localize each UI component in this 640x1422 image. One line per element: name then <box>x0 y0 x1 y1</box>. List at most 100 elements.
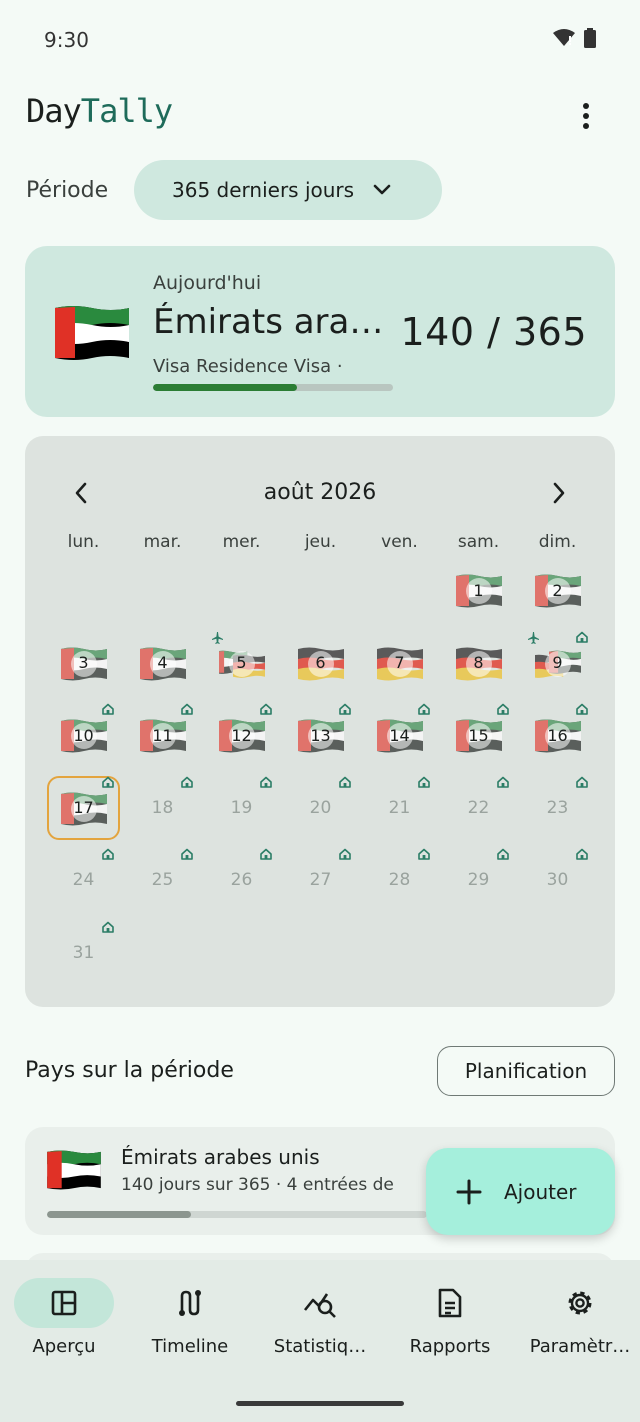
uae-flag-icon <box>55 306 129 360</box>
calendar-day[interactable]: 8 <box>439 627 518 700</box>
calendar-day[interactable]: 15 <box>439 699 518 772</box>
day-number: 18 <box>151 797 174 818</box>
airplane-icon <box>528 631 539 644</box>
timeline-icon <box>179 1290 201 1316</box>
country-name: Émirats arabes unis <box>121 1145 320 1169</box>
nav-item-settings[interactable]: Paramètr… <box>516 1278 640 1357</box>
nav-label-statistics: Statistiq… <box>273 1336 367 1357</box>
calendar-day[interactable]: 30 <box>518 844 597 917</box>
statistics-icon <box>303 1293 336 1318</box>
day-number: 17 <box>73 798 94 818</box>
calendar-day[interactable]: 18 <box>123 772 202 845</box>
app-title-part1: Day <box>26 92 82 130</box>
home-icon <box>102 921 114 933</box>
calendar-day[interactable]: 7 <box>360 627 439 700</box>
settings-icon <box>568 1291 592 1315</box>
home-icon <box>181 848 193 860</box>
calendar-day[interactable]: 11 <box>123 699 202 772</box>
nav-label-reports: Rapports <box>409 1336 491 1357</box>
nav-label-timeline: Timeline <box>151 1336 229 1357</box>
home-icon <box>260 703 272 715</box>
calendar-day[interactable]: 28 <box>360 844 439 917</box>
country-progress-bar <box>47 1211 427 1218</box>
calendar-day[interactable]: 14 <box>360 699 439 772</box>
home-icon <box>576 776 588 788</box>
calendar-day[interactable]: 23 <box>518 772 597 845</box>
planning-button[interactable]: Planification <box>437 1046 615 1096</box>
calendar-day[interactable]: 24 <box>44 844 123 917</box>
weekday-label: ven. <box>381 532 418 552</box>
calendar-day[interactable]: 20 <box>281 772 360 845</box>
home-icon <box>576 848 588 860</box>
period-selected-value: 365 derniers jours <box>172 178 355 202</box>
nav-pill <box>140 1278 240 1328</box>
calendar-day[interactable]: 22 <box>439 772 518 845</box>
nav-item-reports[interactable]: Rapports <box>386 1278 514 1357</box>
calendar-day[interactable]: 26 <box>202 844 281 917</box>
nav-item-overview[interactable]: Aperçu <box>0 1278 128 1357</box>
today-visa: Visa Residence Visa · <box>153 356 343 377</box>
calendar-empty-cell <box>44 554 123 627</box>
chevron-down-icon <box>373 184 391 195</box>
day-number: 25 <box>151 870 174 891</box>
nav-item-statistics[interactable]: Statistiq… <box>256 1278 384 1357</box>
calendar-day[interactable]: 19 <box>202 772 281 845</box>
calendar-day[interactable]: 21 <box>360 772 439 845</box>
report-icon <box>438 1288 462 1318</box>
weekday-label: mar. <box>143 532 182 552</box>
weekday-label: dim. <box>538 532 577 552</box>
calendar-empty-cell <box>123 554 202 627</box>
calendar-day[interactable]: 4 <box>123 627 202 700</box>
calendar-day[interactable]: 31 <box>44 917 123 990</box>
calendar-day[interactable]: 25 <box>123 844 202 917</box>
chevron-right-icon[interactable] <box>549 480 569 506</box>
day-number: 6 <box>315 653 326 673</box>
calendar-day[interactable]: 16 <box>518 699 597 772</box>
day-number: 16 <box>547 725 568 745</box>
day-number: 11 <box>152 725 173 745</box>
home-icon <box>339 776 351 788</box>
calendar-day[interactable]: 27 <box>281 844 360 917</box>
calendar-day[interactable]: 1 <box>439 554 518 627</box>
period-dropdown[interactable]: 365 derniers jours <box>134 160 442 220</box>
app-bar: DayTally <box>26 92 614 142</box>
calendar-day[interactable]: 29 <box>439 844 518 917</box>
app-title: DayTally <box>26 92 614 130</box>
nav-pill <box>270 1278 370 1328</box>
calendar-grid: 1 2 3 4 5 6 7 8 9 10 11 12 13 14 15 16 17 18 19 20 21 22 23 24 2… <box>44 554 596 989</box>
day-number: 5 <box>236 653 247 673</box>
period-row: Période 365 derniers jours <box>26 160 614 220</box>
calendar-day[interactable]: 3 <box>44 627 123 700</box>
day-number: 12 <box>231 725 252 745</box>
day-number: 9 <box>552 653 563 673</box>
bottom-navigation: Aperçu Timeline Statistiq… Rapports Para… <box>0 1260 640 1422</box>
period-label: Période <box>26 177 109 203</box>
calendar-day[interactable]: 12 <box>202 699 281 772</box>
home-icon <box>102 848 114 860</box>
more-vert-icon[interactable] <box>574 102 598 132</box>
add-fab-button[interactable]: Ajouter <box>426 1148 615 1235</box>
calendar-empty-cell <box>281 554 360 627</box>
dashboard-icon <box>51 1290 77 1316</box>
calendar-card: août 2026 lun. mar. mer. jeu. ven. sam. dim. 1… <box>25 436 615 1007</box>
nav-pill <box>530 1278 630 1328</box>
calendar-day[interactable]: 10 <box>44 699 123 772</box>
day-number: 7 <box>394 653 405 673</box>
day-number: 30 <box>546 870 569 891</box>
day-number: 26 <box>230 870 253 891</box>
home-icon <box>497 703 509 715</box>
calendar-day[interactable]: 5 <box>202 627 281 700</box>
countries-section-title: Pays sur la période <box>25 1058 234 1083</box>
day-number: 1 <box>473 580 484 600</box>
today-card[interactable]: Aujourd'hui Émirats ara… Visa Residence … <box>25 246 615 417</box>
calendar-day[interactable]: 6 <box>281 627 360 700</box>
nav-item-timeline[interactable]: Timeline <box>126 1278 254 1357</box>
weekday-label: mer. <box>222 532 261 552</box>
calendar-day[interactable]: 13 <box>281 699 360 772</box>
nav-label-settings: Paramètr… <box>529 1336 631 1357</box>
calendar-day[interactable]: 17 <box>44 772 123 845</box>
home-icon <box>102 703 114 715</box>
calendar-day[interactable]: 2 <box>518 554 597 627</box>
country-progress-fill <box>47 1211 192 1218</box>
calendar-day[interactable]: 9 <box>518 627 597 700</box>
